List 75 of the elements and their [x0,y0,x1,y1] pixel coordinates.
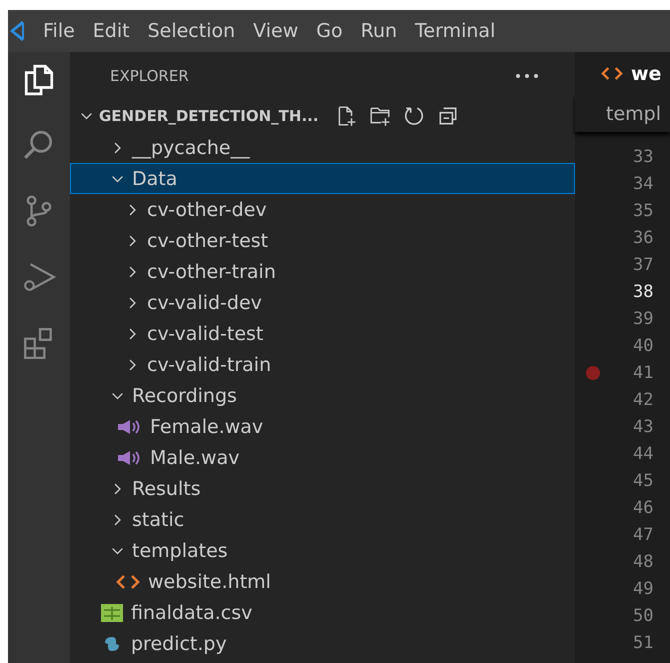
line-number: 33 [633,146,654,166]
more-actions-icon[interactable] [515,73,539,79]
tree-item-label: finaldata.csv [131,602,252,624]
tree-item[interactable]: cv-other-test [70,225,575,256]
collapse-all-icon[interactable] [436,105,459,127]
line-number: 50 [633,606,654,626]
tree-item[interactable]: templates [70,535,575,566]
files-icon[interactable] [22,62,56,96]
line-number: 44 [633,444,654,464]
line-number: 47 [633,524,654,544]
tree-item[interactable]: Data [70,163,575,194]
tree-item-label: templates [132,540,228,562]
tree-item[interactable]: predict.py [70,628,575,659]
tree-item[interactable]: finaldata.csv [70,597,575,628]
line-number: 41 [633,362,654,382]
line-number: 36 [633,228,654,248]
speaker-icon [116,450,142,466]
menu-item[interactable]: Terminal [406,20,504,42]
tree-item[interactable]: Results [70,473,575,504]
tree-item[interactable]: Male.wav [70,442,575,473]
tree-item[interactable]: cv-valid-dev [70,287,575,318]
tree-item-label: predict.py [131,632,227,654]
line-number: 34 [633,174,654,194]
tree-item-label: cv-other-test [147,230,268,252]
line-number: 45 [633,470,654,490]
breadcrumb[interactable]: templ [575,95,670,132]
menu-item[interactable]: Run [352,20,406,42]
tree-item-label: __pycache__ [132,136,250,158]
tree-item[interactable]: static [70,504,575,535]
code-brackets-icon [601,66,623,81]
tree-item[interactable]: __pycache__ [70,132,575,163]
tree-item-label: website.html [148,570,271,592]
tree-item-label: static [132,508,184,530]
line-number: 51 [633,632,654,652]
code-brackets-icon [116,574,140,590]
tree-item[interactable]: cv-valid-test [70,318,575,349]
menu-item[interactable]: Edit [84,20,139,42]
tree-item-label: cv-other-train [147,260,276,282]
spreadsheet-icon [101,604,123,622]
line-number: 42 [633,390,654,410]
explorer-title: EXPLORER [110,67,189,85]
speaker-icon [116,418,142,434]
line-number: 39 [633,308,654,328]
line-number: 38 [633,282,654,302]
tree-item-label: Data [132,168,178,190]
menu-item[interactable]: Go [307,20,352,42]
line-number: 35 [633,200,654,220]
tree-item[interactable]: cv-other-dev [70,194,575,225]
new-folder-icon[interactable] [368,105,391,127]
editor-logo-icon [8,19,24,43]
menu-item[interactable]: View [244,20,308,42]
line-number: 40 [633,336,654,356]
tree-item-label: Female.wav [150,416,264,438]
refresh-icon[interactable] [402,105,425,127]
line-number: 49 [633,578,654,598]
line-number: 46 [633,498,654,518]
tree-item-label: cv-valid-train [147,354,272,376]
tree-item[interactable]: website.html [70,566,575,597]
tree-item-label: cv-valid-dev [147,292,262,314]
tree-item-label: Results [132,478,201,500]
editor-tab[interactable]: we [575,52,670,95]
tree-item-label: Recordings [132,384,237,406]
tree-item-label: cv-other-dev [147,198,267,220]
tree-item[interactable]: cv-other-train [70,256,575,287]
line-number: 37 [633,254,654,274]
tree-item[interactable]: cv-valid-train [70,349,575,380]
menu-item[interactable]: Selection [138,20,244,42]
tree-item[interactable]: Female.wav [70,411,575,442]
line-number: 48 [633,552,654,572]
tree-item-label: cv-valid-test [147,322,264,344]
menu-item[interactable]: File [34,20,84,42]
project-folder-title[interactable]: GENDER_DETECTION_TH... [99,107,319,125]
line-number: 43 [633,416,654,436]
tree-item[interactable]: Recordings [70,380,575,411]
tree-item-label: Male.wav [150,446,240,468]
